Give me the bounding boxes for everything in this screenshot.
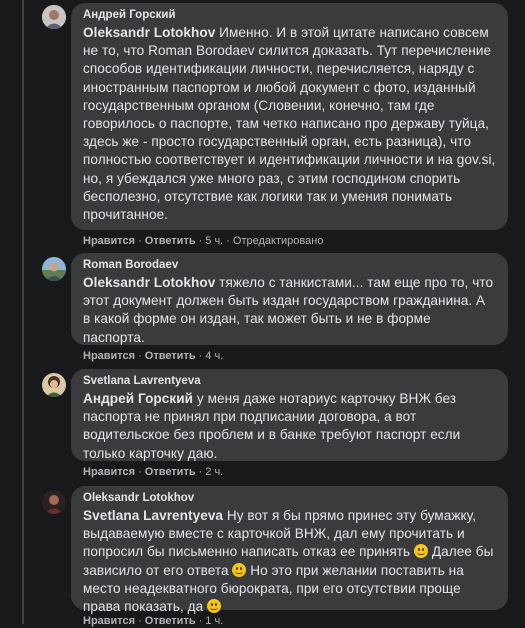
reply-button[interactable]: Ответить — [145, 235, 196, 247]
comment-text: Oleksandr Lotokhov Именно. И в этой цита… — [83, 25, 496, 223]
reply-button[interactable]: Ответить — [145, 466, 196, 478]
avatar[interactable] — [42, 5, 66, 29]
avatar[interactable] — [42, 257, 66, 281]
comment-bubble: Oleksandr Lotokhov Svetlana Lavrentyeva … — [71, 486, 508, 614]
mention-link[interactable]: Svetlana Lavrentyeva — [83, 508, 223, 523]
timestamp[interactable]: 5 ч. — [205, 235, 223, 247]
comment-author[interactable]: Андрей Горский — [83, 8, 496, 23]
timestamp[interactable]: 1 ч. — [205, 615, 223, 627]
avatar[interactable] — [42, 490, 66, 514]
smiley-emoji-icon — [232, 562, 247, 577]
comment-actions: Нравится · Ответить · 5 ч. · Отредактировано — [83, 235, 324, 247]
smiley-emoji-icon — [414, 544, 429, 559]
comment-bubble: Андрей Горский Oleksandr Lotokhov Именно… — [71, 3, 508, 230]
like-button[interactable]: Нравится — [83, 615, 135, 627]
thread-line — [22, 0, 24, 624]
reply-button[interactable]: Ответить — [145, 350, 196, 362]
comment-author[interactable]: Roman Borodaev — [83, 258, 496, 273]
timestamp[interactable]: 2 ч. — [205, 466, 223, 478]
comment-actions: Нравится · Ответить · 1 ч. — [83, 615, 224, 627]
comment-text: Андрей Горский у меня даже нотариус карт… — [83, 391, 461, 461]
like-button[interactable]: Нравится — [83, 350, 135, 362]
comment-bubble: Svetlana Lavrentyeva Андрей Горский у ме… — [71, 369, 508, 461]
comment-author[interactable]: Svetlana Lavrentyeva — [83, 374, 496, 389]
like-button[interactable]: Нравится — [83, 466, 135, 478]
comment-text: Svetlana Lavrentyeva Ну вот я бы прямо п… — [83, 508, 494, 615]
smiley-emoji-icon — [207, 599, 222, 614]
comment-text: Oleksandr Lotokhov тяжело с танкистами..… — [83, 275, 494, 345]
edited-label[interactable]: Отредактировано — [233, 235, 324, 247]
mention-link[interactable]: Oleksandr Lotokhov — [83, 25, 215, 40]
avatar[interactable] — [42, 373, 66, 397]
mention-link[interactable]: Oleksandr Lotokhov — [83, 275, 215, 290]
mention-link[interactable]: Андрей Горский — [83, 391, 193, 406]
timestamp[interactable]: 4 ч. — [205, 350, 223, 362]
comment-actions: Нравится · Ответить · 4 ч. — [83, 350, 224, 362]
comment-actions: Нравится · Ответить · 2 ч. — [83, 466, 224, 478]
comment-author[interactable]: Oleksandr Lotokhov — [83, 491, 496, 506]
reply-button[interactable]: Ответить — [145, 615, 196, 627]
comment-bubble: Roman Borodaev Oleksandr Lotokhov тяжело… — [71, 253, 508, 345]
like-button[interactable]: Нравится — [83, 235, 135, 247]
